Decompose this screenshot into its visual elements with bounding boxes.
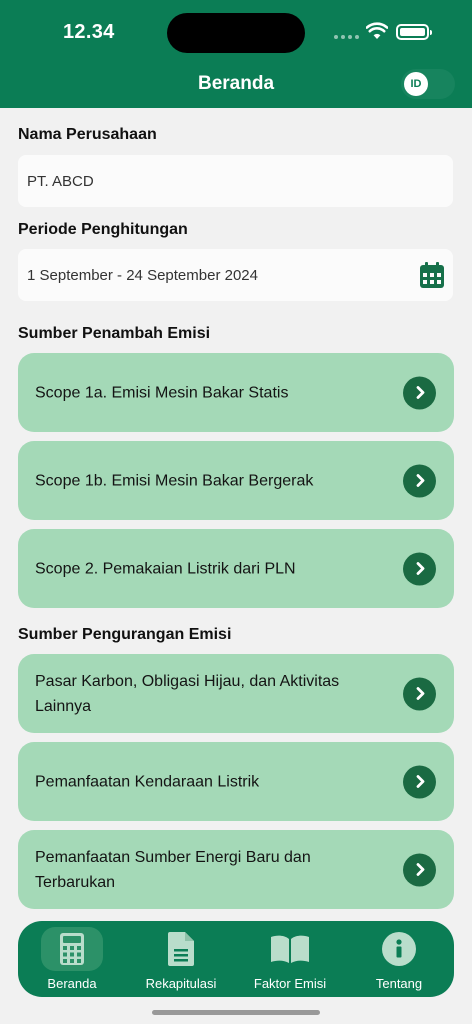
card-label: Scope 1a. Emisi Mesin Bakar Statis xyxy=(35,384,289,401)
app-header: 12.34 Beranda ID xyxy=(0,0,472,108)
status-time: 12.34 xyxy=(63,21,115,43)
reduction-source-item[interactable]: Pemanfaatan Kendaraan Listrik xyxy=(18,742,454,821)
emission-sources-label: Sumber Penambah Emisi xyxy=(18,325,211,342)
emission-source-item[interactable]: Scope 2. Pemakaian Listrik dari PLN xyxy=(18,529,454,608)
period-field[interactable]: 1 September - 24 September 2024 xyxy=(18,249,453,301)
company-value: PT. ABCD xyxy=(27,172,94,190)
language-toggle-label: ID xyxy=(404,72,428,96)
card-label: Pasar Karbon, Obligasi Hijau, dan Aktivi… xyxy=(35,672,340,715)
tab-beranda[interactable]: Beranda xyxy=(20,927,124,993)
home-indicator xyxy=(152,1010,320,1015)
tab-tentang[interactable]: Tentang xyxy=(347,927,451,993)
reduction-source-item[interactable]: Pemanfaatan Sumber Energi Baru dan Terba… xyxy=(18,830,454,909)
chevron-right-icon xyxy=(403,376,436,409)
chevron-right-icon xyxy=(403,464,436,497)
signal-icon xyxy=(334,35,359,39)
chevron-right-icon xyxy=(403,765,436,798)
chevron-right-icon xyxy=(403,853,436,886)
reduction-source-item[interactable]: Pasar Karbon, Obligasi Hijau, dan Aktivi… xyxy=(18,654,454,733)
language-toggle[interactable]: ID xyxy=(401,69,455,99)
card-label: Pemanfaatan Kendaraan Listrik xyxy=(35,773,260,790)
chevron-right-icon xyxy=(403,552,436,585)
info-icon xyxy=(368,927,430,971)
card-label: Scope 2. Pemakaian Listrik dari PLN xyxy=(35,560,296,577)
dynamic-island xyxy=(167,13,305,53)
book-icon xyxy=(259,927,321,971)
wifi-icon xyxy=(366,22,388,39)
battery-icon xyxy=(396,24,432,40)
tab-label: Faktor Emisi xyxy=(253,976,327,991)
reduction-sources-label: Sumber Pengurangan Emisi xyxy=(18,626,232,643)
chevron-right-icon xyxy=(403,677,436,710)
tab-rekapitulasi[interactable]: Rekapitulasi xyxy=(129,927,233,993)
tab-label: Rekapitulasi xyxy=(145,976,217,991)
tab-label: Beranda xyxy=(47,976,97,991)
company-label: Nama Perusahaan xyxy=(18,126,157,143)
card-label: Pemanfaatan Sumber Energi Baru dan Terba… xyxy=(35,848,311,891)
period-value: 1 September - 24 September 2024 xyxy=(27,266,258,284)
document-icon xyxy=(150,927,212,971)
tab-faktor-emisi[interactable]: Faktor Emisi xyxy=(238,927,342,993)
period-label: Periode Penghitungan xyxy=(18,221,188,238)
calculator-icon xyxy=(41,927,103,971)
card-label: Scope 1b. Emisi Mesin Bakar Bergerak xyxy=(35,472,314,489)
calendar-icon[interactable] xyxy=(420,262,444,288)
emission-source-item[interactable]: Scope 1b. Emisi Mesin Bakar Bergerak xyxy=(18,441,454,520)
company-field[interactable]: PT. ABCD xyxy=(18,155,453,207)
tab-label: Tentang xyxy=(375,976,423,991)
emission-source-item[interactable]: Scope 1a. Emisi Mesin Bakar Statis xyxy=(18,353,454,432)
bottom-tab-bar: Beranda Rekapitulasi Faktor Emisi Tentan… xyxy=(18,921,454,997)
